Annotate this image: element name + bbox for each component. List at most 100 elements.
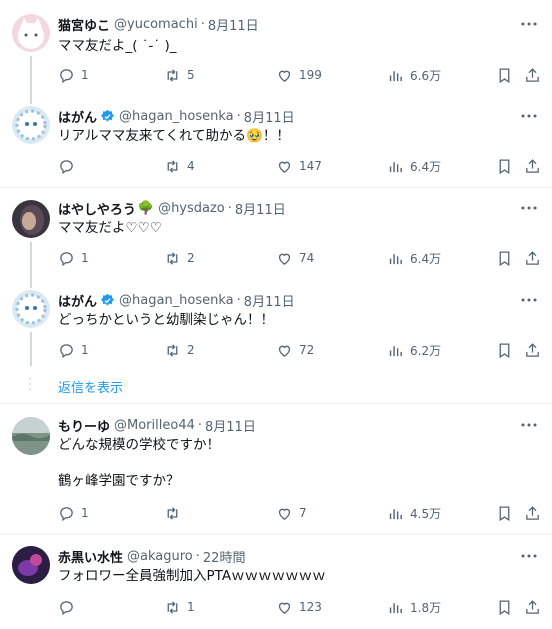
retweet-count: 1: [187, 600, 195, 614]
reply-button[interactable]: [58, 156, 81, 176]
more-options-icon[interactable]: [520, 16, 538, 32]
retweet-button[interactable]: 2: [164, 248, 195, 268]
reply-button[interactable]: [58, 597, 81, 617]
separator-dot: ·: [236, 292, 241, 308]
like-button[interactable]: 199: [276, 65, 322, 85]
timestamp[interactable]: 8月11日: [205, 416, 256, 435]
share-button[interactable]: [524, 156, 541, 176]
heart-icon: [278, 253, 291, 265]
retweet-icon: [167, 343, 178, 357]
tweet[interactable]: はがん @hagan_hosenka · 8月11日 リアルママ友来てくれて助か…: [0, 106, 552, 186]
retweet-button[interactable]: 5: [164, 65, 195, 85]
like-button[interactable]: 74: [276, 248, 314, 268]
more-options-icon[interactable]: [520, 417, 538, 433]
tweet[interactable]: はやしやろう 🌳 @hysdazo · 8月11日 ママ友だよ♡♡♡ 1 2 7…: [0, 198, 552, 278]
display-name[interactable]: もりーゆ: [58, 416, 110, 435]
more-options-icon[interactable]: [520, 292, 538, 308]
reply-icon: [60, 506, 73, 521]
user-handle[interactable]: @Morilleo44: [114, 418, 195, 433]
separator-dot: ·: [195, 548, 200, 564]
heart-icon: [278, 70, 291, 82]
tweet[interactable]: もりーゆ @Morilleo44 · 8月11日 どんな規模の学校ですか！ 鶴ヶ…: [0, 415, 552, 525]
tweet-header: はがん @hagan_hosenka · 8月11日: [58, 290, 295, 310]
tweet-text-line-2: 鶴ヶ峰学園ですか？: [58, 473, 180, 489]
display-name[interactable]: 赤黒い水性: [58, 547, 123, 566]
like-button[interactable]: 147: [276, 156, 322, 176]
bookmark-button[interactable]: [496, 156, 513, 176]
views-button[interactable]: 1.8万: [387, 597, 441, 617]
bookmark-button[interactable]: [496, 340, 513, 360]
share-button[interactable]: [524, 340, 541, 360]
reply-button[interactable]: 1: [58, 503, 89, 523]
avatar[interactable]: [12, 546, 50, 584]
views-button[interactable]: 6.4万: [387, 248, 441, 268]
timestamp[interactable]: 8月11日: [235, 199, 286, 218]
tweet[interactable]: はがん @hagan_hosenka · 8月11日 どっちかというと幼馴染じゃ…: [0, 290, 552, 370]
reply-button[interactable]: 1: [58, 340, 89, 360]
share-button[interactable]: [524, 248, 541, 268]
retweet-icon: [167, 506, 178, 520]
bookmark-button[interactable]: [496, 503, 513, 523]
timestamp[interactable]: 8月11日: [244, 291, 295, 310]
display-name[interactable]: 猫宮ゆこ: [58, 15, 110, 34]
views-button[interactable]: 6.2万: [387, 340, 441, 360]
retweet-count: 4: [187, 159, 195, 173]
reply-count: 1: [81, 68, 89, 82]
display-name[interactable]: はやしやろう: [58, 199, 136, 218]
more-options-icon[interactable]: [520, 548, 538, 564]
retweet-button[interactable]: 1: [164, 597, 195, 617]
retweet-icon: [167, 600, 178, 614]
heart-icon: [278, 508, 291, 520]
display-name[interactable]: はがん: [58, 107, 97, 126]
bookmark-button[interactable]: [496, 248, 513, 268]
like-button[interactable]: 7: [276, 503, 307, 523]
bookmark-button[interactable]: [496, 597, 513, 617]
retweet-count: 5: [187, 68, 195, 82]
user-handle[interactable]: @yucomachi: [114, 17, 198, 32]
bookmark-button[interactable]: [496, 65, 513, 85]
like-button[interactable]: 123: [276, 597, 322, 617]
reply-icon: [60, 159, 73, 174]
avatar[interactable]: [12, 106, 50, 144]
share-button[interactable]: [524, 503, 541, 523]
views-icon: [389, 508, 402, 519]
tweet[interactable]: 赤黒い水性 @akaguro · 22時間 フォロワー全員強制加入PTAｗｗｗｗ…: [0, 546, 552, 626]
share-button[interactable]: [524, 65, 541, 85]
user-handle[interactable]: @akaguro: [127, 549, 193, 564]
views-button[interactable]: 6.6万: [387, 65, 441, 85]
reply-count: 1: [81, 251, 89, 265]
timestamp[interactable]: 8月11日: [244, 107, 295, 126]
retweet-button[interactable]: 4: [164, 156, 195, 176]
retweet-button[interactable]: 2: [164, 340, 195, 360]
like-button[interactable]: 72: [276, 340, 314, 360]
timestamp[interactable]: 22時間: [203, 547, 246, 566]
avatar[interactable]: [12, 417, 50, 455]
retweet-button[interactable]: [164, 503, 187, 523]
more-options-icon[interactable]: [520, 200, 538, 216]
tweet-text: フォロワー全員強制加入PTAｗｗｗｗｗｗｗ: [58, 568, 326, 584]
retweet-count: 2: [187, 251, 195, 265]
avatar[interactable]: [12, 14, 50, 52]
more-options-icon[interactable]: [520, 108, 538, 124]
avatar[interactable]: [12, 200, 50, 238]
user-handle[interactable]: @hagan_hosenka: [119, 109, 234, 124]
views-icon: [389, 253, 402, 264]
views-button[interactable]: 6.4万: [387, 156, 441, 176]
thread-line: [30, 242, 32, 288]
show-replies-link[interactable]: 返信を表示: [58, 377, 123, 396]
timestamp[interactable]: 8月11日: [208, 15, 259, 34]
user-handle[interactable]: @hagan_hosenka: [119, 293, 234, 308]
share-button[interactable]: [524, 597, 541, 617]
views-button[interactable]: 4.5万: [387, 503, 441, 523]
reply-count: 1: [81, 343, 89, 357]
views-icon: [389, 70, 402, 81]
reply-button[interactable]: 1: [58, 65, 89, 85]
share-icon: [526, 250, 539, 265]
share-icon: [526, 599, 539, 614]
avatar[interactable]: [12, 290, 50, 328]
reply-button[interactable]: 1: [58, 248, 89, 268]
user-handle[interactable]: @hysdazo: [158, 201, 225, 216]
tweet[interactable]: 猫宮ゆこ @yucomachi · 8月11日 ママ友だよ_( ˙-˙ )_ 1…: [0, 14, 552, 94]
like-count: 199: [299, 68, 322, 82]
display-name[interactable]: はがん: [58, 291, 97, 310]
